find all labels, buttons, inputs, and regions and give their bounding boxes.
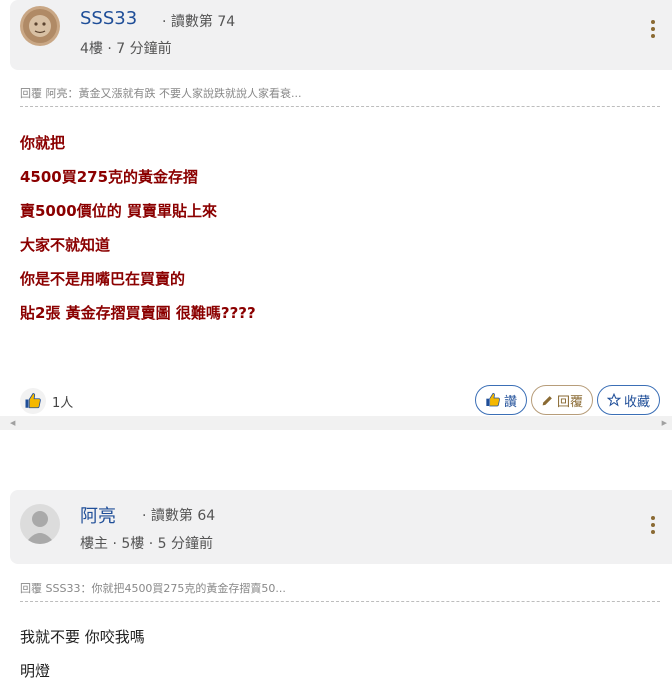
author-score: · 讀數第 64 (142, 508, 216, 524)
thumbs-up-icon[interactable] (20, 388, 46, 414)
post-text-line: 大家不就知道 (20, 236, 111, 254)
post-text-line: 明燈 (20, 662, 51, 680)
horizontal-scrollbar[interactable]: ◀ ▶ (0, 416, 672, 430)
post-text-line: 我就不要 你咬我嗎 (20, 628, 145, 646)
post-text-line: 貼2張 黃金存摺買賣圖 很難嗎???? (20, 304, 256, 322)
post-header: 阿亮 · 讀數第 64 樓主 · 5樓 · 5 分鐘前 (10, 490, 672, 564)
reply-button[interactable]: 回覆 (530, 385, 593, 415)
more-vertical-icon[interactable] (650, 20, 656, 40)
like-button[interactable]: 讚 (474, 385, 527, 415)
save-button[interactable]: 收藏 (596, 385, 660, 415)
post-text-line: 賣5000價位的 買賣單貼上來 (20, 202, 217, 220)
post-header: SSS33 · 讀數第 74 4樓 · 7 分鐘前 (10, 0, 672, 70)
avatar[interactable] (20, 6, 60, 46)
reply-reference[interactable]: 回覆 阿亮：黃金又漲就有跌 不要人家說跌就說人家看衰... (20, 85, 660, 107)
star-outline-icon (606, 393, 621, 407)
author-score: · 讀數第 74 (162, 14, 236, 30)
post-text-line: 你是不是用嘴巴在買賣的 (20, 270, 186, 288)
post-text-line: 你就把 (20, 134, 66, 152)
pencil-icon (542, 395, 552, 405)
post-meta: 4樓 · 7 分鐘前 (80, 41, 172, 57)
reply-button-label: 回覆 (556, 394, 583, 410)
post-meta: 樓主 · 5樓 · 5 分鐘前 (80, 536, 213, 552)
like-button-label: 讚 (503, 394, 517, 410)
author-name[interactable]: SSS33 (80, 8, 137, 29)
reply-reference[interactable]: 回覆 SSS33：你就把4500買275克的黃金存摺賣50... (20, 580, 660, 602)
more-vertical-icon[interactable] (650, 516, 656, 536)
scroll-right-icon[interactable]: ▶ (662, 419, 667, 427)
thumbs-up-icon (486, 392, 500, 407)
scroll-left-icon[interactable]: ◀ (10, 419, 15, 427)
post-actions: 讚 回覆 收藏 (474, 385, 660, 415)
author-name[interactable]: 阿亮 (80, 502, 116, 528)
post-body: 你就把 4500買275克的黃金存摺 賣5000價位的 買賣單貼上來 大家不就知… (20, 132, 660, 336)
like-summary: 1人 (20, 388, 73, 414)
like-count[interactable]: 1人 (52, 392, 73, 411)
post-text-line: 4500買275克的黃金存摺 (20, 168, 199, 186)
avatar[interactable] (20, 504, 60, 544)
save-button-label: 收藏 (623, 394, 650, 410)
post-body: 我就不要 你咬我嗎 明燈 (20, 626, 660, 691)
